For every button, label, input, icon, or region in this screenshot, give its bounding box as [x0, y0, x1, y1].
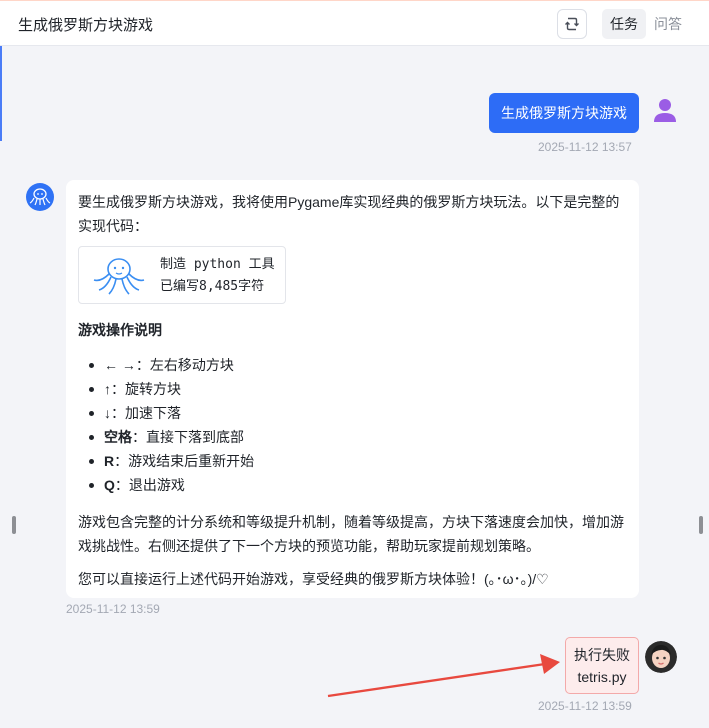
bot-intro-text: 要生成俄罗斯方块游戏，我将使用Pygame库实现经典的俄罗斯方块玩法。以下是完整…: [78, 194, 620, 234]
list-item: R：游戏结束后重新开始: [78, 449, 254, 473]
bot-avatar-icon: [26, 183, 54, 211]
execution-failed-bubble[interactable]: 执行失败 tetris.py: [565, 637, 639, 694]
bot-message-timestamp: 2025-11-12 13:59: [66, 602, 160, 616]
closing-text: 您可以直接运行上述代码开始游戏，享受经典的俄罗斯方块体验！(｡･ω･｡)/♡: [78, 571, 549, 587]
bot-message-card: 要生成俄罗斯方块游戏，我将使用Pygame库实现经典的俄罗斯方块玩法。以下是完整…: [66, 180, 639, 598]
list-item: ↓：加速下落: [78, 401, 254, 425]
list-item: ↑：旋转方块: [78, 377, 254, 401]
share-icon: [565, 17, 579, 31]
op-text: ：左右移动方块: [135, 357, 234, 373]
tab-task[interactable]: 任务: [602, 9, 646, 39]
op-key: ← →: [104, 357, 136, 373]
resize-handle-right[interactable]: [699, 516, 703, 534]
header-bar: 生成俄罗斯方块游戏 任务 问答: [0, 0, 709, 46]
op-key: ↓: [104, 405, 111, 421]
tool-text: 制造 python 工具 已编写8,485字符: [160, 254, 275, 298]
fail-file: tetris.py: [577, 668, 627, 685]
octopus-icon: [93, 258, 145, 295]
user-message-bubble: 生成俄罗斯方块游戏: [489, 93, 639, 133]
fail-message-timestamp: 2025-11-12 13:59: [538, 699, 632, 713]
operations-list: ← →：左右移动方块 ↑：旋转方块 ↓：加速下落 空格：直接下落到底部 R：游戏…: [78, 353, 254, 497]
op-text: ：加速下落: [111, 405, 181, 421]
op-text: ：退出游戏: [114, 477, 185, 493]
list-item: 空格：直接下落到底部: [78, 425, 254, 449]
user-photo-avatar: [645, 641, 677, 673]
user-avatar-icon: [654, 99, 676, 122]
fail-status: 执行失败: [574, 646, 630, 663]
tool-card[interactable]: 制造 python 工具 已编写8,485字符: [78, 246, 286, 304]
mode-tabs: 任务 问答: [602, 9, 690, 39]
op-text: ：游戏结束后重新开始: [114, 453, 255, 469]
share-button[interactable]: [557, 9, 587, 39]
section-title: 游戏操作说明: [78, 322, 162, 338]
resize-handle-left[interactable]: [12, 516, 16, 534]
page-title: 生成俄罗斯方块游戏: [18, 17, 154, 34]
red-arrow-annotation: [327, 654, 560, 698]
op-key: R: [104, 453, 115, 469]
op-text: ：旋转方块: [111, 381, 181, 397]
tab-qa[interactable]: 问答: [646, 9, 690, 39]
user-message-timestamp: 2025-11-12 13:57: [538, 140, 632, 154]
op-key: ↑: [104, 381, 111, 397]
description-text: 游戏包含完整的计分系统和等级提升机制，随着等级提高，方块下落速度会加快，增加游戏…: [78, 514, 624, 554]
tool-subtitle: 已编写8,485字符: [160, 279, 265, 294]
tool-title: 制造 python 工具: [160, 257, 275, 272]
list-item: Q：退出游戏: [78, 473, 254, 497]
op-text: ：直接下落到底部: [132, 429, 244, 445]
op-key: Q: [104, 477, 115, 493]
left-accent-bar: [0, 46, 2, 141]
list-item: ← →：左右移动方块: [78, 353, 254, 377]
op-key: 空格: [104, 429, 132, 445]
